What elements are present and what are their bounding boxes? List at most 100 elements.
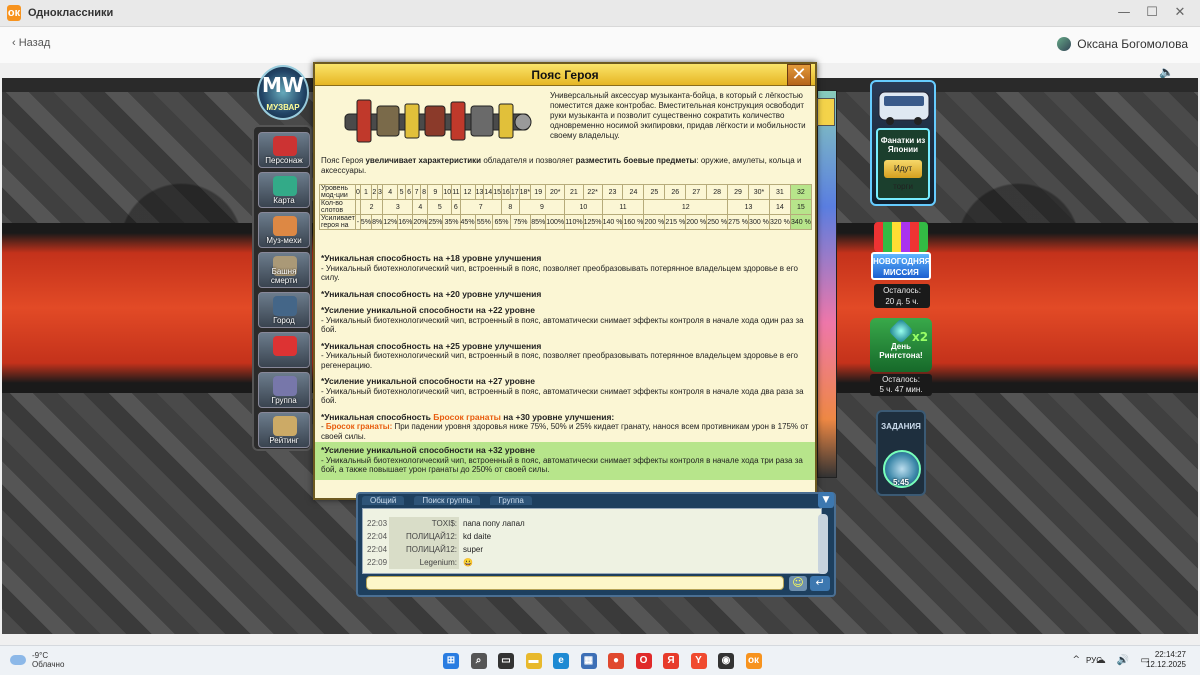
level-cell: 20* bbox=[545, 184, 566, 200]
window-title: Одноклассники bbox=[28, 7, 114, 19]
tasks-panel[interactable]: ЗАДАНИЯ 5:45 bbox=[876, 410, 926, 496]
media-icon[interactable]: ◉ bbox=[718, 653, 734, 669]
new-year-mission[interactable]: НОВОГОДНЯЯ МИССИЯ Осталось: 20 д. 5 ч. bbox=[868, 222, 934, 310]
yandex-browser-icon[interactable]: Y bbox=[690, 653, 707, 669]
slots-cell: 4 bbox=[412, 199, 429, 215]
back-button[interactable]: ‹ Назад bbox=[12, 37, 50, 49]
message-author[interactable]: ПОЛИЦАЙ12: bbox=[389, 543, 459, 556]
store-icon[interactable]: ▦ bbox=[580, 653, 597, 669]
slots-cell: 9 bbox=[518, 199, 566, 215]
user-profile[interactable]: Оксана Богомолова bbox=[1057, 37, 1188, 51]
chrome-icon[interactable]: ● bbox=[608, 653, 624, 669]
level-cell: 9 bbox=[427, 184, 444, 200]
row-label-level: Уровень мод-ции bbox=[319, 184, 356, 200]
menu-item[interactable] bbox=[258, 332, 310, 368]
ability-text: - Уникальный биотехнологический чип, вст… bbox=[321, 351, 798, 370]
ok-icon[interactable]: ок bbox=[745, 653, 762, 669]
chat-tab-group[interactable]: Группа bbox=[490, 496, 532, 505]
taskview-icon[interactable]: ▭ bbox=[498, 653, 514, 669]
start-icon[interactable]: ⊞ bbox=[443, 653, 459, 669]
chat-tab-general[interactable]: Общий bbox=[362, 496, 405, 505]
message-author[interactable]: ПОЛИЦАЙ12: bbox=[389, 530, 459, 543]
ability-block: *Усиление уникальной способности на +22 … bbox=[321, 305, 809, 335]
yandex-icon[interactable]: Я bbox=[663, 653, 679, 669]
upgrade-table: Уровень мод-ции 0 1 2 3 4 5 6 7 8 9 10 11 12 13 14 15 16 1… bbox=[319, 184, 813, 230]
grenade-ability-block: *Уникальная способность Бросок гранаты н… bbox=[321, 411, 809, 442]
menu-item-icon bbox=[273, 336, 297, 356]
minimize-button[interactable]: — bbox=[1114, 4, 1134, 22]
boost-cell: 85% bbox=[530, 214, 547, 230]
message-author[interactable]: Legenium: bbox=[389, 556, 459, 569]
ability-title: *Уникальная способность на +18 уровне ул… bbox=[321, 253, 542, 263]
grenade-name: Бросок гранаты bbox=[433, 411, 501, 422]
chat-dropdown-button[interactable]: ▼ bbox=[818, 492, 834, 508]
smiley-button[interactable]: ☺ bbox=[789, 576, 807, 591]
message-time: 22:03 bbox=[367, 519, 388, 528]
menu-item[interactable]: Муз-мехи bbox=[258, 212, 310, 248]
level-cell: 16 bbox=[501, 184, 511, 200]
menu-item[interactable]: Башня смерти bbox=[258, 252, 310, 288]
chat-tab-group-search[interactable]: Поиск группы bbox=[414, 496, 481, 505]
level-cell: 23 bbox=[601, 184, 624, 200]
explorer-icon[interactable]: ▬ bbox=[525, 653, 542, 669]
message-author[interactable]: TOXI$: bbox=[389, 517, 459, 530]
chat-scrollbar[interactable] bbox=[818, 514, 828, 574]
slots-cell: 11 bbox=[601, 199, 645, 215]
menu-item-icon bbox=[273, 376, 297, 396]
dialog-close-button[interactable]: ✕ bbox=[787, 64, 811, 86]
ringtone-day-event[interactable]: День Рингстона! x2 Осталось: 5 ч. 47 мин. bbox=[870, 318, 934, 396]
menu-item-icon bbox=[273, 216, 297, 236]
menu-item-icon bbox=[273, 296, 297, 316]
fans-japan-event[interactable]: Фанатки из Японии Идут торги bbox=[870, 80, 936, 206]
menu-item[interactable]: Персонаж bbox=[258, 132, 310, 168]
boost-cell: 8% bbox=[371, 214, 384, 230]
chat-input[interactable] bbox=[366, 576, 784, 590]
boost-cell: 5% bbox=[359, 214, 373, 230]
auction-button[interactable]: Идут торги bbox=[884, 160, 922, 191]
send-button[interactable]: ↵ bbox=[810, 576, 830, 591]
menu-item[interactable]: Рейтинг bbox=[258, 412, 310, 448]
level-cell: 28 bbox=[706, 184, 729, 200]
background-panel bbox=[817, 90, 837, 478]
close-window-button[interactable]: ✕ bbox=[1170, 4, 1190, 22]
slots-cell: 3 bbox=[382, 199, 414, 215]
level-cell: 29 bbox=[727, 184, 750, 200]
tray-chevron-icon[interactable]: ^ bbox=[1072, 655, 1080, 665]
menu-item-label: Башня смерти bbox=[270, 267, 298, 285]
message-time: 22:04 bbox=[367, 545, 388, 554]
level-cell: 24 bbox=[622, 184, 645, 200]
boost-cell: 275 % bbox=[727, 214, 750, 230]
opera-icon[interactable]: O bbox=[635, 653, 652, 669]
game-left-menu: Персонаж Карта Муз-мехи Башня смерти Город Гр… bbox=[252, 125, 312, 451]
ability-title: *Усиление уникальной способности на +27 … bbox=[321, 376, 535, 386]
dialog-body: Универсальный аксессуар музыканта-бойца,… bbox=[315, 86, 815, 498]
menu-item[interactable]: Карта bbox=[258, 172, 310, 208]
level-cell: 21 bbox=[564, 184, 584, 200]
level-cell: 25 bbox=[643, 184, 666, 200]
new-year-timer: Осталось: 20 д. 5 ч. bbox=[874, 284, 930, 308]
ability-text: - Уникальный биотехнологический чип, вст… bbox=[321, 386, 804, 406]
system-clock[interactable]: 22:14:27 12.12.2025 bbox=[1146, 650, 1186, 670]
message-text: super bbox=[463, 545, 484, 554]
windows-taskbar: -9°C Облачно ⊞ ⌕ ▭ ▬ e ▦ ● O Я Y ◉ ок ^ РУС ☁ 🔊 ▭ 22… bbox=[0, 645, 1200, 675]
new-year-mission-title: НОВОГОДНЯЯ МИССИЯ bbox=[871, 252, 931, 280]
chat-message: 22:03 TOXI$: папа попу лапал bbox=[363, 517, 813, 530]
maximize-button[interactable]: ☐ bbox=[1142, 4, 1162, 22]
boost-cell: 35% bbox=[442, 214, 461, 230]
menu-item[interactable]: Группа bbox=[258, 372, 310, 408]
menu-item-label: Муз-мехи bbox=[266, 236, 302, 245]
speaker-icon[interactable]: 🔈 bbox=[1159, 65, 1174, 79]
clock-date: 12.12.2025 bbox=[1145, 660, 1186, 669]
abilities-list: *Уникальная способность на +18 уровне ул… bbox=[321, 253, 809, 448]
grenade-name-inline: Бросок гранаты: bbox=[325, 422, 393, 431]
chat-tabs: Общий Поиск группы Группа bbox=[362, 496, 802, 508]
muzvar-logo[interactable]: MW МУЗВАР bbox=[257, 65, 309, 120]
clock-time: 22:14:27 bbox=[1154, 650, 1186, 659]
weather-widget[interactable]: -9°C Облачно bbox=[10, 651, 64, 669]
item-description: Универсальный аксессуар музыканта-бойца,… bbox=[550, 91, 806, 140]
intro-part: Пояс Героя bbox=[321, 156, 366, 165]
ok-logo-icon: ок bbox=[7, 5, 21, 21]
search-icon[interactable]: ⌕ bbox=[470, 653, 487, 669]
menu-item[interactable]: Город bbox=[258, 292, 310, 328]
edge-icon[interactable]: e bbox=[553, 653, 569, 669]
